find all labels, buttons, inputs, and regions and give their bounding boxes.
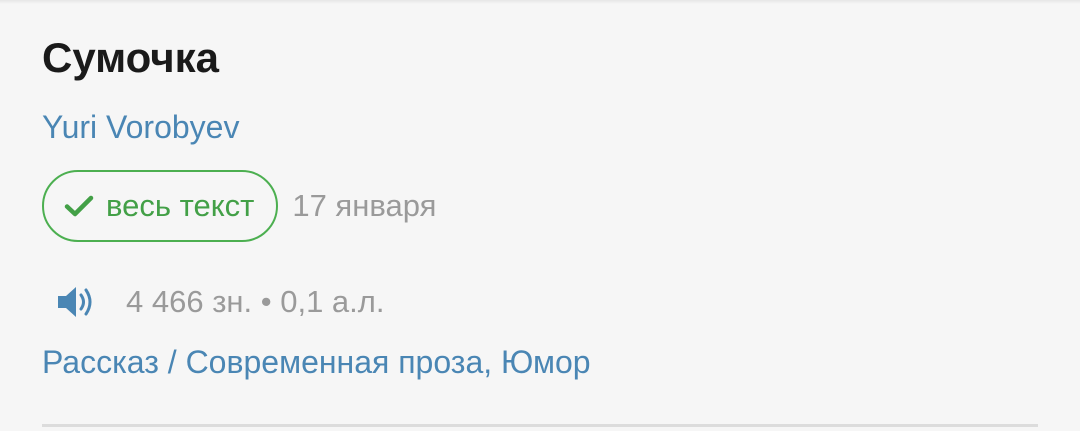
work-title[interactable]: Сумочка (42, 34, 219, 82)
publish-date: 17 января (292, 188, 437, 223)
author-link[interactable]: Yuri Vorobyev (42, 108, 239, 146)
status-badge-label: весь текст (106, 188, 255, 223)
text-stats: 4 466 зн. • 0,1 а.л. (126, 284, 385, 319)
work-card[interactable]: Сумочка Yuri Vorobyev весь текст 17 янва… (0, 0, 1080, 431)
top-shadow (0, 0, 1080, 4)
divider (42, 424, 1038, 427)
check-icon (64, 194, 94, 218)
status-row: весь текст 17 января (42, 170, 436, 242)
stats-row: 4 466 зн. • 0,1 а.л. (56, 276, 384, 328)
status-badge: весь текст (42, 170, 279, 242)
genres-link[interactable]: Рассказ / Современная проза, Юмор (42, 342, 591, 382)
speaker-icon[interactable] (56, 282, 98, 322)
